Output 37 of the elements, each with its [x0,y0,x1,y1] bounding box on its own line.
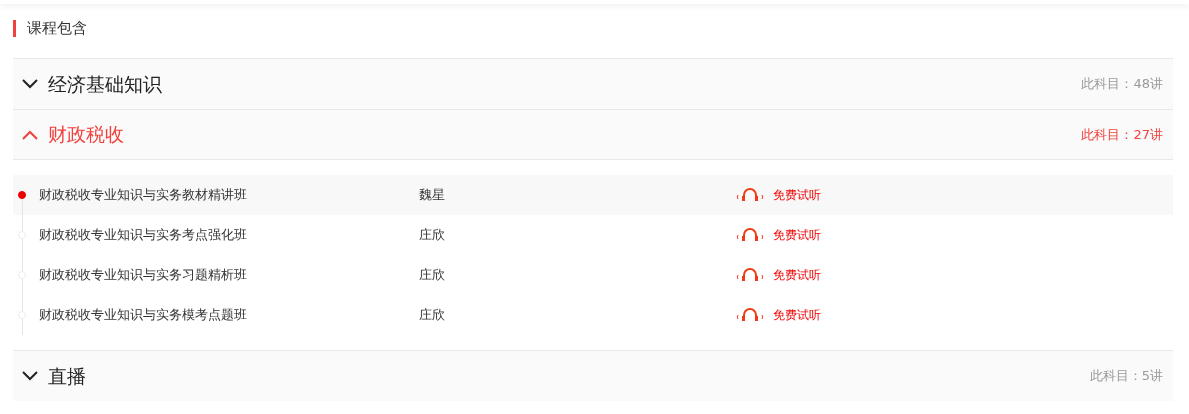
lesson-title: 财政税收专业知识与实务考点强化班 [39,226,248,245]
free-trial-link[interactable]: 免费试听 [773,306,821,324]
free-trial-link[interactable]: 免费试听 [773,226,821,244]
teacher-name: 庄欣 [419,266,446,285]
lesson-count: 此科目：27讲 [1081,125,1163,144]
headphones-icon [735,188,765,202]
lesson-row[interactable]: 财政税收专业知识与实务教材精讲班 魏星 免费试听 [13,175,1173,215]
lesson-row[interactable]: 财政税收专业知识与实务考点强化班 庄欣 免费试听 [13,215,1173,255]
chevron-down-icon [22,371,38,381]
lesson-title: 财政税收专业知识与实务习题精析班 [39,266,248,285]
lesson-title: 财政税收专业知识与实务教材精讲班 [39,186,248,205]
headphones-icon [735,268,765,282]
free-trial-link[interactable]: 免费试听 [773,186,821,204]
teacher-name: 庄欣 [419,226,446,245]
accordion-header[interactable]: 财政税收 此科目：27讲 [13,109,1173,160]
free-trial-link[interactable]: 免费试听 [773,266,821,284]
lesson-row[interactable]: 财政税收专业知识与实务模考点题班 庄欣 免费试听 [13,295,1173,335]
timeline-dot [18,231,26,239]
lesson-row[interactable]: 财政税收专业知识与实务习题精析班 庄欣 免费试听 [13,255,1173,295]
lesson-count: 此科目：5讲 [1089,367,1163,386]
accordion-header[interactable]: 经济基础知识 此科目：48讲 [13,58,1173,109]
timeline-dot [18,311,26,319]
section-title: 财政税收 [48,122,124,148]
section-title: 经济基础知识 [48,71,162,97]
chevron-down-icon [22,79,38,89]
timeline-dot [18,271,26,279]
headphones-icon [735,308,765,322]
section-heading: 课程包含 [13,20,1173,37]
section-title: 直播 [48,363,86,389]
teacher-name: 魏星 [419,186,446,205]
teacher-name: 庄欣 [419,306,446,325]
chevron-up-icon [22,129,38,140]
lesson-count: 此科目：48讲 [1081,75,1163,94]
accordion-header[interactable]: 直播 此科目：5讲 [13,350,1173,401]
headphones-icon [735,228,765,242]
lesson-title: 财政税收专业知识与实务模考点题班 [39,306,248,325]
timeline-dot [18,191,26,199]
